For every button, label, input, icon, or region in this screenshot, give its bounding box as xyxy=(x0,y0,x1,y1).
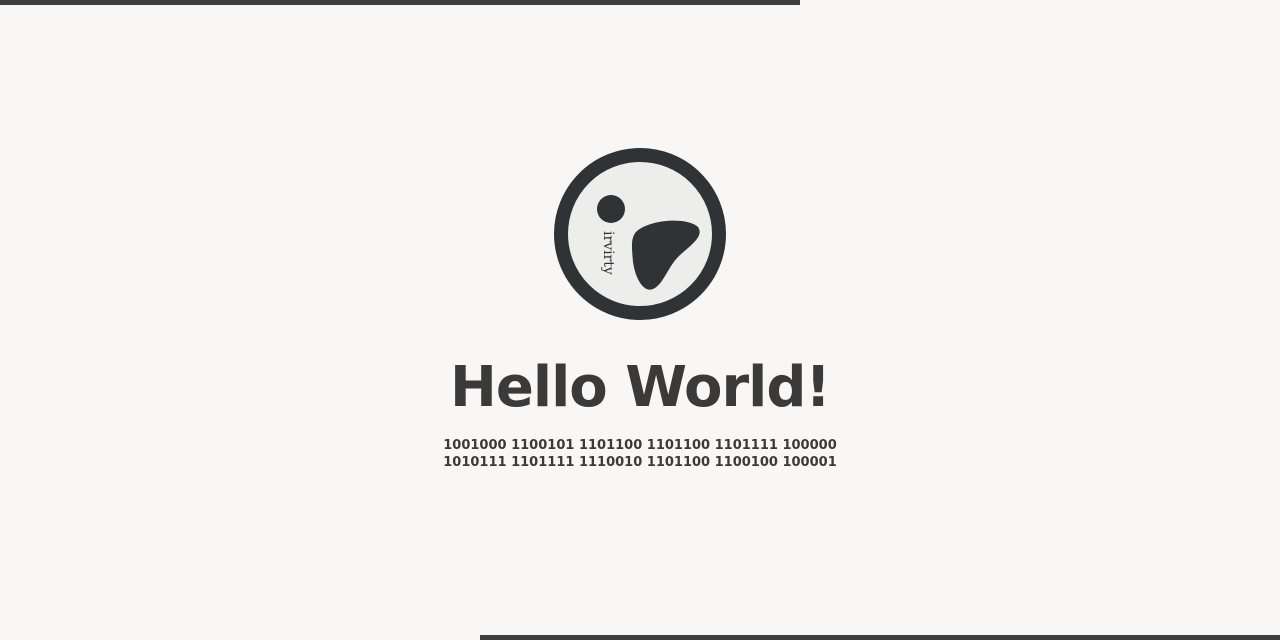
binary-caption: 1001000 1100101 1101100 1101100 1101111 … xyxy=(0,437,1280,471)
irvirty-logo-icon: irvirty xyxy=(554,148,726,320)
top-accent-bar xyxy=(0,0,800,5)
bottom-accent-bar xyxy=(480,635,1280,640)
page-title: Hello World! xyxy=(450,355,831,420)
logo-wordmark: irvirty xyxy=(600,231,616,275)
binary-line: 1010111 1101111 1110010 1101100 1100100 … xyxy=(443,455,837,470)
binary-line: 1001000 1100101 1101100 1101100 1101111 … xyxy=(443,438,837,453)
logo-dot xyxy=(597,195,625,223)
